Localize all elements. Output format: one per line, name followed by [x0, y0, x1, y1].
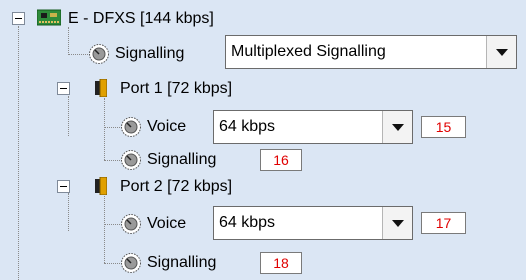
port2-voice-rate-value: 64 kbps	[219, 214, 276, 231]
port1-signalling-label: Signalling	[147, 151, 217, 168]
port1-voice-channel: 15	[421, 116, 466, 138]
port1-signalling-channel: 16	[260, 149, 302, 171]
tree-line-port1	[68, 96, 69, 136]
port2-voice-label: Voice	[147, 215, 187, 232]
signalling-mode-value: Multiplexed Signalling	[231, 43, 386, 60]
tree-line-port2-signalling	[104, 263, 120, 264]
tree-line-card	[68, 27, 69, 55]
knob-icon	[121, 117, 141, 137]
tree-line-card-signalling	[68, 54, 88, 55]
signalling-mode-select[interactable]: Multiplexed Signalling	[225, 35, 517, 69]
port1-label[interactable]: Port 1 [72 kbps]	[120, 79, 232, 99]
port1-voice-rate-select[interactable]: 64 kbps	[213, 110, 413, 144]
dropdown-arrow-icon[interactable]	[382, 207, 412, 239]
collapse-toggle-port1[interactable]	[57, 82, 70, 95]
collapse-toggle-port2[interactable]	[57, 180, 70, 193]
card-signalling-label: Signalling	[115, 45, 185, 62]
port1-voice-rate-value: 64 kbps	[219, 118, 276, 135]
tree-line-port1-signalling	[104, 160, 120, 161]
port2-signalling-label: Signalling	[147, 254, 217, 271]
tree-line-port2-children	[104, 196, 105, 263]
port2-voice-channel: 17	[421, 212, 466, 234]
knob-icon	[121, 214, 141, 234]
dropdown-arrow-icon[interactable]	[382, 111, 412, 143]
tree-line-port2-voice	[104, 224, 120, 225]
knob-icon	[121, 150, 141, 170]
knob-icon	[89, 44, 109, 64]
tree-line-port1-voice	[104, 127, 120, 128]
tree-line-port2	[68, 193, 69, 231]
port-connector-icon	[95, 79, 107, 97]
tree-line-root	[18, 26, 19, 280]
collapse-toggle-card[interactable]	[12, 12, 25, 25]
port2-signalling-channel: 18	[260, 252, 302, 274]
circuit-board-icon	[37, 9, 61, 26]
port-connector-icon	[95, 177, 107, 195]
tree-view: E - DFXS [144 kbps] Signalling Multiplex…	[0, 0, 526, 280]
dropdown-arrow-icon[interactable]	[486, 36, 516, 68]
port2-label[interactable]: Port 2 [72 kbps]	[120, 177, 232, 197]
tree-line-port1-children	[104, 98, 105, 160]
port1-voice-label: Voice	[147, 118, 187, 135]
port2-voice-rate-select[interactable]: 64 kbps	[213, 206, 413, 240]
knob-icon	[121, 253, 141, 273]
card-label[interactable]: E - DFXS [144 kbps]	[68, 9, 214, 29]
